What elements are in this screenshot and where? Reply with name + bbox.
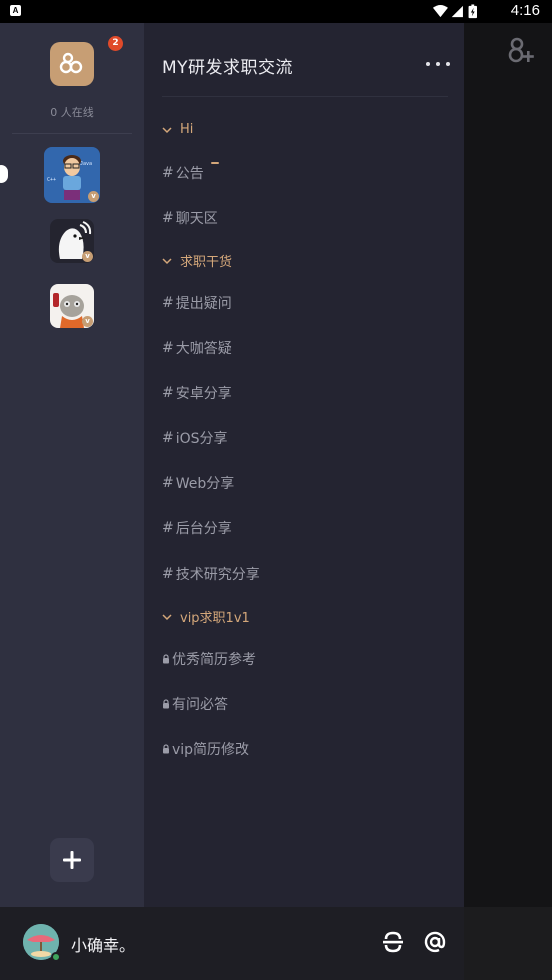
channel-label: 大咖答疑 [175, 341, 232, 357]
chevron-down-icon [162, 613, 172, 620]
server-avatar-cartoon-boy[interactable]: Java C++ v [44, 147, 100, 203]
channel-label: Web分享 [175, 476, 235, 492]
group-title: MY研发求职交流 [162, 58, 294, 78]
channel-panel: MY研发求职交流 Hi # 公告 # 聊天区 求职干货 # 提出疑问⁣ # 大咖… [144, 23, 464, 907]
unread-indicator [211, 162, 219, 164]
divider [12, 133, 132, 134]
channel-label: vip简历修改 [172, 742, 250, 758]
svg-text:Java: Java [80, 161, 92, 167]
channel-label: 提出疑问⁣ [175, 296, 232, 312]
server-avatar-meme[interactable]: v [50, 284, 94, 328]
channel-label: 优秀简历参考 [172, 652, 256, 668]
category-label: 求职干货 [180, 255, 233, 270]
verified-badge: v [82, 251, 93, 262]
dimmed-chat-area[interactable] [464, 23, 552, 907]
channel-label: 公告 [175, 166, 204, 182]
channel-label: 有问必答 [172, 697, 228, 713]
channel-chat[interactable]: # 聊天区 [162, 208, 218, 228]
lock-icon [163, 744, 169, 754]
hash-icon: # [162, 165, 174, 181]
server-home-button[interactable] [50, 42, 94, 86]
channel-qa[interactable]: 有问必答 [162, 694, 228, 714]
system-status-icons [432, 4, 477, 19]
chevron-down-icon [162, 257, 172, 264]
mention-icon[interactable] [423, 930, 447, 954]
add-member-icon[interactable] [508, 37, 536, 63]
channel-label: 后台分享 [175, 521, 232, 537]
hash-icon: # [162, 566, 174, 582]
category-job-tips[interactable]: 求职干货 [162, 251, 232, 270]
hash-icon: # [162, 520, 174, 536]
channel-ios[interactable]: # iOS分享 [162, 428, 228, 448]
add-server-button[interactable] [50, 838, 94, 882]
channel-label: 安卓分享 [175, 386, 232, 402]
more-horizontal-icon [426, 62, 430, 66]
header-divider [162, 96, 448, 97]
user-bar: 小确幸。 [0, 907, 464, 980]
verified-badge: v [82, 316, 93, 327]
unread-badge: 2 [108, 36, 123, 51]
channel-web[interactable]: # Web分享 [162, 473, 234, 493]
group-logo-icon [59, 52, 83, 74]
wifi-icon [432, 4, 448, 18]
channel-backend[interactable]: # 后台分享 [162, 518, 232, 538]
hash-icon: # [162, 475, 174, 491]
username: 小确幸。 [71, 936, 136, 955]
category-hi[interactable]: Hi [162, 122, 193, 137]
hash-icon: # [162, 210, 174, 226]
status-clock: 4:16 [510, 2, 540, 19]
online-status-dot [51, 952, 61, 962]
lock-icon [163, 699, 169, 709]
channel-android[interactable]: # 安卓分享 [162, 383, 232, 403]
online-count: 0 人在线 [50, 106, 94, 119]
category-label: Hi [180, 122, 194, 137]
channel-questions[interactable]: # 提出疑问⁣ [162, 293, 232, 313]
more-button[interactable] [426, 55, 450, 73]
app-notification-icon: A [10, 5, 21, 16]
status-bar: A 4:16 [0, 0, 552, 23]
plus-icon [63, 851, 81, 869]
signal-icon [451, 5, 463, 18]
channel-resume-edit[interactable]: vip简历修改 [162, 739, 249, 759]
selected-server-indicator [0, 165, 8, 183]
server-avatar-penguin[interactable]: v [50, 219, 94, 263]
hash-icon: # [162, 385, 174, 401]
server-list: 2 0 人在线 Java C++ v v v [0, 23, 144, 907]
category-label: vip求职1v1 [180, 611, 250, 626]
channel-tech-research[interactable]: # 技术研究分享 [162, 564, 260, 584]
channel-label: 聊天区 [175, 211, 218, 227]
hash-icon: # [162, 295, 174, 311]
battery-icon [468, 4, 477, 19]
hash-icon: # [162, 340, 174, 356]
hash-icon: # [162, 430, 174, 446]
channel-announcement[interactable]: # 公告 [162, 163, 204, 183]
lock-icon [163, 654, 169, 664]
channel-label: 技术研究分享 [175, 567, 260, 583]
channel-resume-samples[interactable]: 优秀简历参考 [162, 649, 256, 669]
voice-channel-icon[interactable] [381, 930, 405, 954]
category-vip[interactable]: vip求职1v1 [162, 607, 250, 626]
verified-badge: v [88, 191, 99, 202]
channel-label: iOS分享 [175, 431, 228, 447]
channel-expert-answers[interactable]: # 大咖答疑 [162, 338, 232, 358]
chevron-down-icon [162, 126, 172, 133]
svg-text:C++: C++ [47, 177, 56, 183]
